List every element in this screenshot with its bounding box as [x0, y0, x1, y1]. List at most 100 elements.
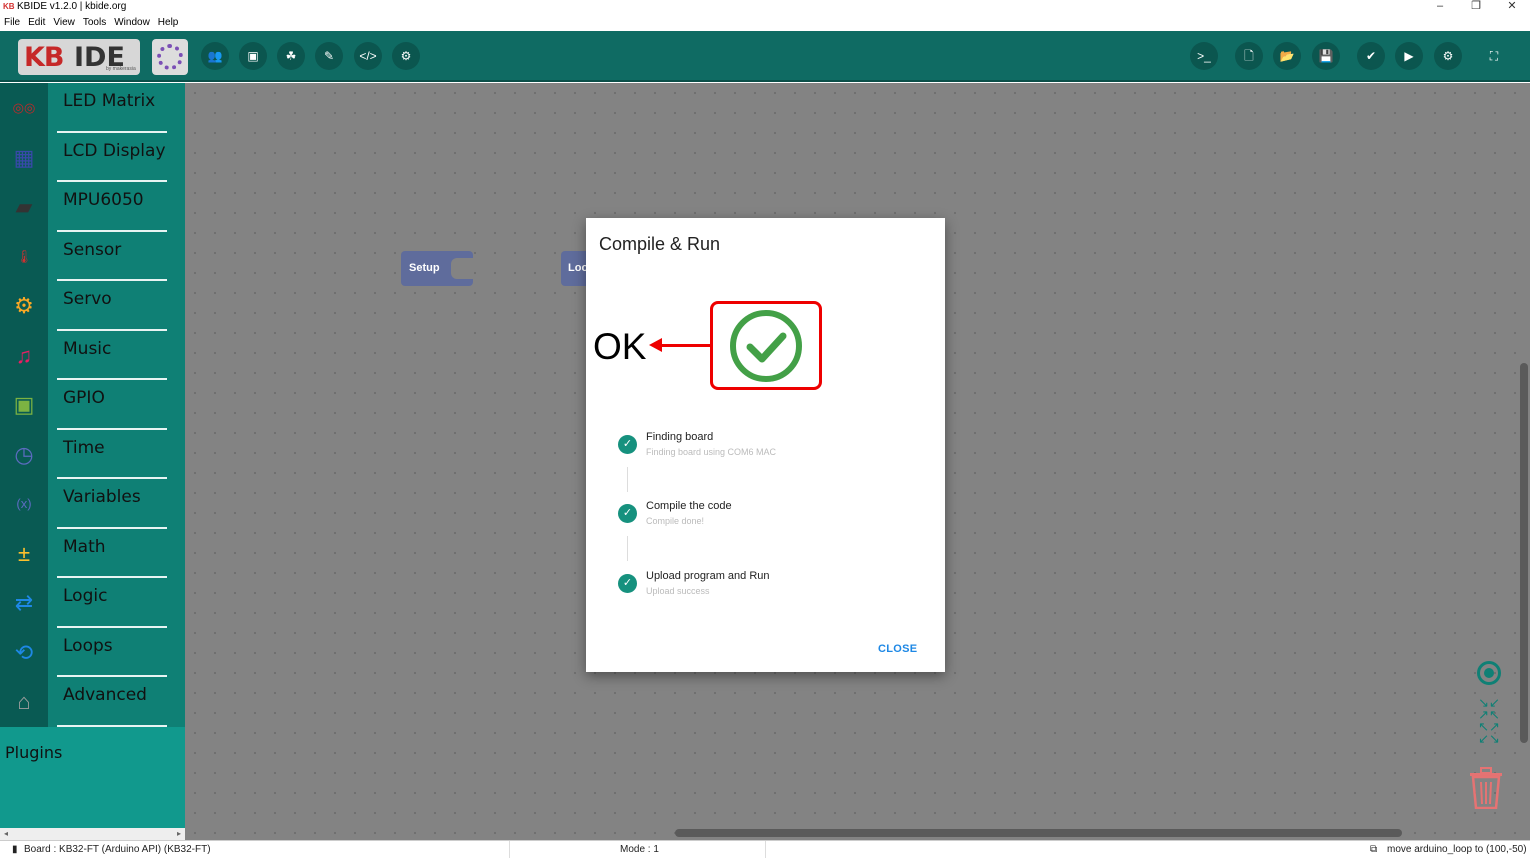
plugins-section[interactable]: Plugins: [0, 727, 185, 828]
trash-icon[interactable]: [1469, 767, 1503, 809]
open-folder-icon[interactable]: 📂: [1273, 42, 1301, 70]
loop-icon: ⟲: [14, 639, 34, 665]
sidebar-item-label: Math: [63, 536, 106, 557]
step-upload: ✓ Upload program and Run Upload success: [616, 570, 916, 606]
status-message: move arduino_loop to (100,-50): [1387, 844, 1527, 855]
sidebar-item-loops[interactable]: ⟲ Loops: [0, 628, 185, 677]
sidebar-item-label: Servo: [63, 289, 112, 309]
music-note-icon: ♫: [15, 342, 33, 368]
menu-help[interactable]: Help: [154, 15, 183, 28]
sidebar-item-math[interactable]: ± Math: [0, 529, 185, 578]
logo-kb: KB: [24, 42, 65, 73]
sidebar-item-label: Sensor: [63, 239, 122, 260]
close-icon[interactable]: ✕: [1494, 0, 1530, 15]
variable-icon: (x): [16, 496, 32, 511]
mode-status: Mode : 1: [620, 844, 659, 855]
step-compile: ✓ Compile the code Compile done!: [616, 500, 916, 536]
thermometer-icon: 🌡: [15, 248, 33, 264]
step-subtitle: Upload success: [646, 586, 710, 596]
step-title: Finding board: [646, 431, 714, 443]
step-connector: [627, 536, 628, 561]
code-icon[interactable]: </>: [354, 42, 382, 70]
step-connector: [627, 467, 628, 492]
gear-icon[interactable]: ⚙: [392, 42, 420, 70]
save-icon[interactable]: 💾: [1312, 42, 1340, 70]
sidebar-item-label: Advanced: [63, 685, 147, 705]
sidebar-item-lcd-display[interactable]: ▦ LCD Display: [0, 133, 185, 182]
servo-icon: ⚙: [14, 293, 34, 318]
sidebar-item-variables[interactable]: (x) Variables: [0, 479, 185, 529]
sidebar-item-servo[interactable]: ⚙ Servo: [0, 281, 185, 331]
sidebar-item-label: Loops: [63, 635, 113, 656]
window-title: KBIDE v1.2.0 | kbide.org: [17, 1, 127, 12]
menu-window[interactable]: Window: [110, 15, 154, 28]
sidebar-item-label: MPU6050: [63, 190, 144, 210]
sidebar-item-gpio[interactable]: ▣ GPIO: [0, 380, 185, 430]
menu-tools[interactable]: Tools: [79, 15, 110, 28]
plugin-logo-icon[interactable]: [152, 39, 188, 75]
calculator-icon: ±: [17, 540, 31, 566]
sidebar-item-music[interactable]: ♫ Music: [0, 331, 185, 380]
zoom-fit-icon[interactable]: ↘↙ ↗↖ ↖↗ ↙↘: [1477, 696, 1501, 745]
menu-edit[interactable]: Edit: [24, 15, 49, 28]
step-subtitle: Compile done!: [646, 516, 705, 526]
check-icon[interactable]: ✔: [1357, 42, 1385, 70]
block-category-sidebar: ◎◎ LED Matrix ▦ LCD Display ▰ MPU6050 🌡 Sensor ⚙…: [0, 83, 185, 840]
advanced-icon: ⌂: [17, 689, 31, 714]
fullscreen-icon[interactable]: ⛶: [1480, 42, 1508, 70]
workspace-horizontal-scrollbar[interactable]: [675, 829, 1402, 837]
step-title: Compile the code: [646, 500, 732, 512]
board-status[interactable]: Board : KB32-FT (Arduino API) (KB32-FT): [24, 844, 211, 855]
sidebar-item-label: LCD Display: [63, 140, 166, 161]
sidebar-item-label: Music: [63, 338, 112, 359]
sidebar-item-sensor[interactable]: 🌡 Sensor: [0, 232, 185, 281]
sidebar-item-label: Time: [63, 437, 105, 458]
led-matrix-icon: ◎◎: [12, 100, 36, 115]
board-icon: ▮: [12, 844, 18, 855]
annotation-arrow-line: [660, 344, 712, 347]
sidebar-horizontal-scrollbar[interactable]: ◂ ▸: [0, 828, 185, 840]
setup-block-label: Setup: [409, 262, 440, 274]
settings-icon[interactable]: ⚙: [1434, 42, 1462, 70]
chip-icon[interactable]: ▣: [239, 42, 267, 70]
ok-annotation: OK: [593, 326, 647, 367]
restore-icon[interactable]: ❐: [1458, 0, 1494, 15]
step-subtitle: Finding board using COM6 MAC: [646, 447, 777, 457]
sidebar-item-label: Variables: [63, 487, 141, 507]
menu-view[interactable]: View: [49, 15, 79, 28]
sidebar-item-led-matrix[interactable]: ◎◎ LED Matrix: [0, 83, 185, 133]
plug-icon[interactable]: ✎: [315, 42, 343, 70]
step-done-icon: ✓: [618, 435, 637, 454]
sidebar-item-label: GPIO: [63, 388, 105, 408]
app-logo-icon: KB: [3, 2, 15, 11]
new-file-icon[interactable]: 🗋: [1235, 42, 1263, 70]
status-bar: ▮ Board : KB32-FT (Arduino API) (KB32-FT…: [0, 840, 1530, 858]
title-bar: KB KBIDE v1.2.0 | kbide.org – ❐ ✕: [0, 0, 1530, 15]
workspace-vertical-scrollbar[interactable]: [1520, 363, 1528, 743]
sidebar-item-label: Logic: [63, 586, 108, 606]
sidebar-item-label: LED Matrix: [63, 91, 156, 111]
mpu6050-icon: ▰: [15, 194, 33, 219]
play-icon[interactable]: ▶: [1395, 42, 1423, 70]
users-icon[interactable]: 👥: [201, 42, 229, 70]
step-done-icon: ✓: [618, 504, 637, 523]
plugins-label: Plugins: [5, 743, 63, 762]
sidebar-item-time[interactable]: ◷ Time: [0, 430, 185, 479]
sidebar-item-logic[interactable]: ⇄ Logic: [0, 578, 185, 628]
setup-block[interactable]: Setup: [401, 251, 473, 286]
boards-icon[interactable]: ☘: [277, 42, 305, 70]
terminal-icon[interactable]: >_: [1190, 42, 1218, 70]
menu-file[interactable]: File: [0, 15, 24, 28]
clock-icon: ◷: [14, 441, 34, 467]
sidebar-item-advanced[interactable]: ⌂ Advanced: [0, 677, 185, 727]
puzzle-icon: ⧉: [1370, 844, 1378, 855]
close-button[interactable]: CLOSE: [878, 643, 917, 655]
step-title: Upload program and Run: [646, 570, 770, 582]
recenter-icon[interactable]: [1477, 661, 1501, 685]
dialog-title: Compile & Run: [599, 234, 721, 254]
sidebar-item-mpu6050[interactable]: ▰ MPU6050: [0, 182, 185, 232]
step-finding-board: ✓ Finding board Finding board using COM6…: [616, 431, 916, 467]
lcd-display-icon: ▦: [13, 144, 35, 170]
minimize-icon[interactable]: –: [1422, 0, 1458, 15]
step-done-icon: ✓: [618, 574, 637, 593]
